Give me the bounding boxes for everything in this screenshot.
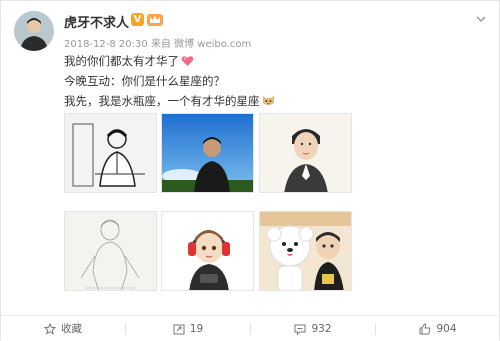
cat-face-icon <box>262 96 274 105</box>
user-avatar[interactable] <box>14 11 54 51</box>
favorite-button[interactable]: 收藏 <box>1 316 125 341</box>
comment-count: 932 <box>311 322 332 335</box>
post-action-bar: 收藏 19 932 904 <box>1 315 499 341</box>
star-icon <box>44 322 56 335</box>
comment-icon <box>294 324 306 335</box>
post-source[interactable]: 微博 weibo.com <box>174 39 251 50</box>
weibo-post-card: 虎牙不求人 V 2018-12-8 20:30 来自 微博 weibo.com … <box>0 0 500 341</box>
post-timestamp[interactable]: 2018-12-8 20:30 <box>64 39 148 50</box>
post-text: 我先，我是水瓶座，一个有才华的星座 <box>64 94 260 108</box>
sketch-man-thumbnail[interactable] <box>64 113 157 193</box>
thumbs-up-icon <box>419 322 431 334</box>
verified-badge-icon[interactable]: V <box>131 13 144 26</box>
post-text-line: 今晚互动：你们是什么星座的？ <box>64 73 225 89</box>
source-prefix: 来自 <box>150 39 171 50</box>
like-count: 904 <box>436 322 457 335</box>
watercolor-portrait-thumbnail[interactable] <box>259 113 352 193</box>
chevron-down-icon[interactable] <box>475 13 487 25</box>
cartoon-headphones-thumbnail[interactable] <box>161 211 254 291</box>
repost-icon <box>173 324 185 334</box>
post-text-line: 我先，我是水瓶座，一个有才华的星座 <box>64 93 275 109</box>
favorite-label: 收藏 <box>61 323 82 335</box>
comment-button[interactable]: 932 <box>251 316 375 341</box>
post-text-line: 我的你们都太有才华了 <box>64 53 194 69</box>
member-crown-icon[interactable] <box>147 12 163 27</box>
post-text: 今晚互动：你们是什么星座的？ <box>64 74 225 88</box>
blue-sky-photo-thumbnail[interactable] <box>161 113 254 193</box>
post-text: 我的你们都太有才华了 <box>64 54 179 68</box>
like-button[interactable]: 904 <box>376 316 500 341</box>
repost-button[interactable]: 19 <box>126 316 250 341</box>
username[interactable]: 虎牙不求人 <box>64 12 129 31</box>
heart-icon <box>181 56 194 66</box>
repost-count: 19 <box>189 322 204 335</box>
post-meta: 2018-12-8 20:30 来自 微博 weibo.com <box>64 35 251 50</box>
cartoon-plush-dog-thumbnail[interactable] <box>259 211 352 291</box>
pencil-sketch-thumbnail[interactable] <box>64 211 157 291</box>
